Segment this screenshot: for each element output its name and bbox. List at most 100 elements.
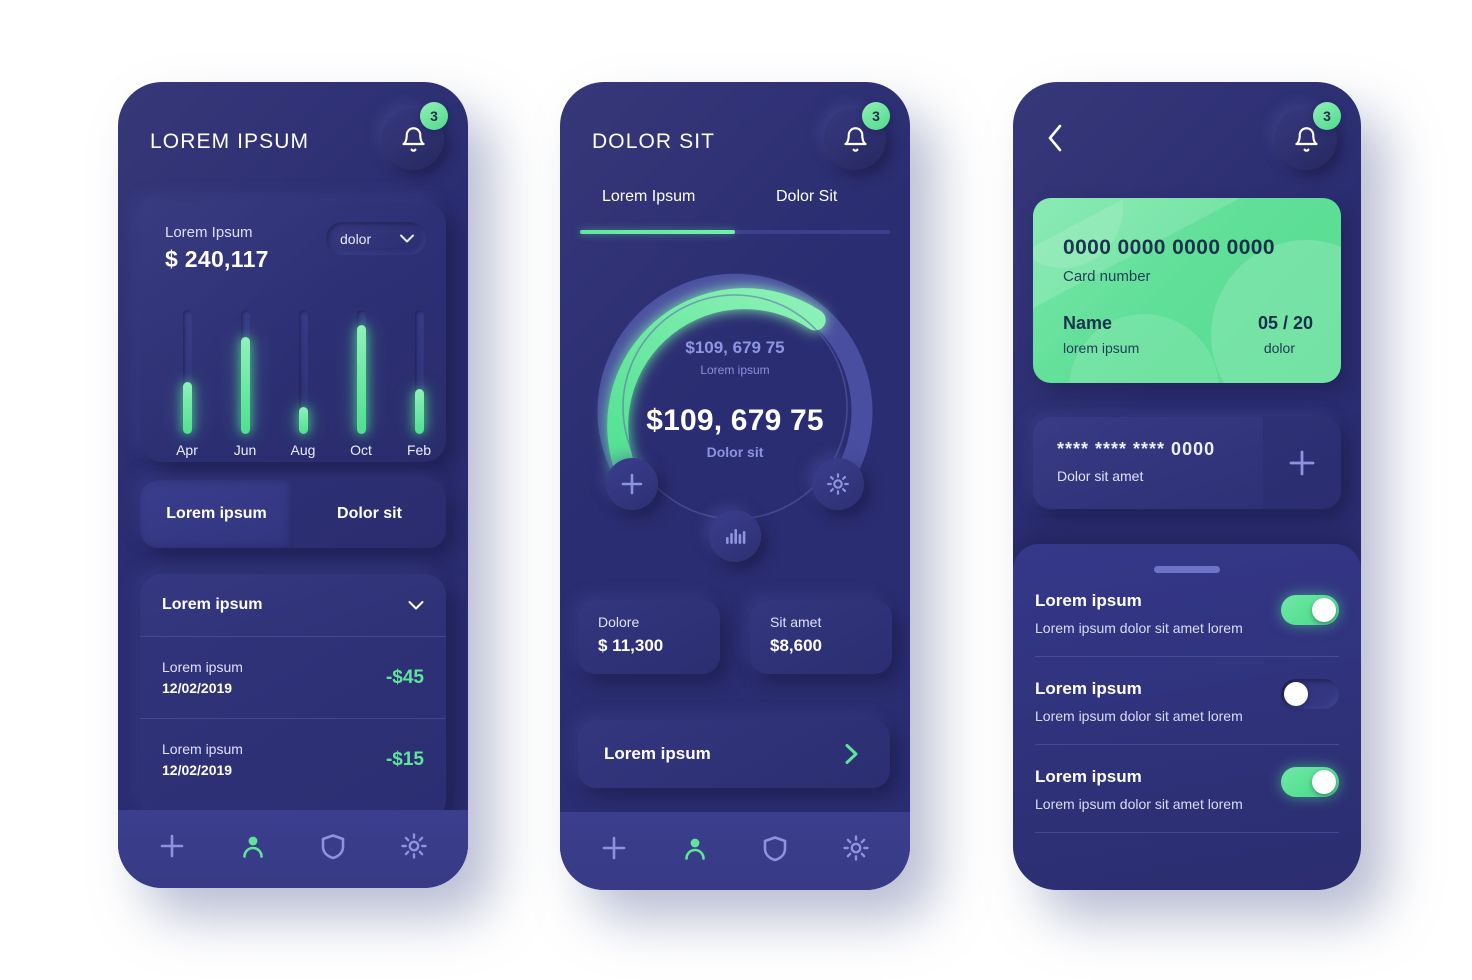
nav-person-button[interactable]: [673, 826, 717, 870]
bar-label: Oct: [350, 442, 372, 458]
bar-label: Aug: [290, 442, 316, 458]
bar-track: [298, 310, 308, 434]
segment-button-2[interactable]: Dolor sit: [293, 480, 446, 548]
stats-icon: [726, 529, 746, 544]
balance-value: $ 240,117: [165, 246, 269, 272]
bottom-nav-analytics[interactable]: [560, 812, 910, 890]
nav-person-button[interactable]: [231, 824, 275, 868]
card-number-label: Card number: [1063, 268, 1151, 285]
transaction-row[interactable]: Lorem ipsum 12/02/2019 -$15: [140, 718, 446, 800]
bottom-nav-dashboard[interactable]: [118, 810, 468, 888]
settings-rows: Lorem ipsum Lorem ipsum dolor sit amet lo…: [1035, 573, 1339, 833]
nav-shield-button[interactable]: [753, 826, 797, 870]
bar-fill: [356, 325, 366, 434]
tab-bar[interactable]: Lorem Ipsum Dolor Sit: [580, 188, 890, 234]
bell-icon: [843, 126, 867, 152]
tab-dolor-sit[interactable]: Dolor Sit: [776, 188, 837, 206]
transaction-date: 12/02/2019: [162, 762, 233, 778]
notification-button[interactable]: 3: [382, 102, 448, 170]
balance-label: Lorem Ipsum: [165, 224, 253, 241]
segment-button-1[interactable]: Lorem ipsum: [140, 480, 293, 548]
transaction-text: Lorem ipsum 12/02/2019: [162, 659, 243, 696]
currency-dropdown[interactable]: dolor: [326, 222, 426, 255]
gauge-secondary-value: $109, 679 75: [685, 338, 785, 357]
header-cards: 3: [1013, 82, 1361, 194]
bar-column: Apr: [164, 310, 210, 458]
transactions-header[interactable]: Lorem ipsum: [140, 574, 446, 636]
transaction-row[interactable]: Lorem ipsum 12/02/2019 -$45: [140, 636, 446, 718]
balance-card: Lorem Ipsum $ 240,117 dolor Apr Jun Aug Oct…: [140, 202, 446, 462]
bar-track: [182, 310, 192, 434]
bell-icon: [401, 126, 425, 152]
phone-screen-cards: 3 0000 0000 0000 0000 Card number Name l…: [1013, 82, 1361, 890]
notification-button[interactable]: 3: [824, 102, 890, 170]
stat-card-sit-amet: Sit amet $8,600: [750, 600, 892, 674]
chevron-down-icon[interactable]: [408, 600, 424, 610]
settings-button[interactable]: [812, 458, 864, 510]
card-holder-name: Name: [1063, 313, 1113, 333]
currency-dropdown-value: dolor: [340, 230, 372, 247]
bar-track: [240, 310, 250, 434]
stats-button[interactable]: [709, 510, 761, 562]
gear-icon: [843, 835, 869, 861]
transaction-date: 12/02/2019: [162, 680, 233, 696]
person-icon: [242, 836, 263, 858]
nav-gear-button[interactable]: [834, 826, 878, 870]
add-card-button[interactable]: [1263, 417, 1341, 509]
notification-button[interactable]: 3: [1275, 102, 1341, 170]
bar-track: [414, 310, 424, 434]
gauge-main-value: $109, 679 75: [646, 404, 824, 437]
stat-value: $8,600: [770, 636, 822, 655]
gear-icon: [827, 473, 849, 495]
stat-card-dolore: Dolore $ 11,300: [578, 600, 720, 674]
card-decoration-blob: [1211, 240, 1341, 383]
transactions-card: Lorem ipsum Lorem ipsum 12/02/2019 -$45 Lor…: [140, 574, 446, 822]
saved-card-row[interactable]: **** **** **** 0000 Dolor sit amet: [1033, 417, 1341, 509]
person-icon: [684, 838, 705, 860]
header-dashboard: LOREM IPSUM 3: [118, 82, 468, 194]
cta-button[interactable]: Lorem ipsum: [578, 720, 890, 788]
chevron-right-icon: [845, 744, 858, 764]
notification-badge: 3: [1313, 102, 1341, 130]
bar-track: [356, 310, 366, 434]
credit-card[interactable]: 0000 0000 0000 0000 Card number Name lor…: [1033, 198, 1341, 383]
transaction-amount: -$15: [385, 748, 424, 770]
tab-rail: [580, 230, 890, 234]
page-title: DOLOR SIT: [592, 130, 716, 153]
setting-row: Lorem ipsum Lorem ipsum dolor sit amet lo…: [1035, 745, 1339, 833]
gear-icon: [401, 833, 427, 859]
shield-icon: [321, 834, 345, 860]
bar-label: Apr: [176, 442, 198, 458]
setting-toggle[interactable]: [1281, 679, 1339, 709]
card-holder-label: lorem ipsum: [1063, 340, 1140, 356]
nav-gear-button[interactable]: [392, 824, 436, 868]
nav-plus-button[interactable]: [150, 824, 194, 868]
stat-label: Sit amet: [770, 614, 822, 630]
nav-plus-button[interactable]: [592, 826, 636, 870]
chevron-down-icon: [400, 234, 414, 243]
tab-active-indicator: [580, 230, 735, 234]
nav-shield-button[interactable]: [311, 824, 355, 868]
segmented-control[interactable]: Lorem ipsum Dolor sit: [140, 480, 446, 548]
bell-icon: [1294, 126, 1318, 152]
plus-icon: [160, 834, 184, 858]
back-button[interactable]: [1045, 116, 1079, 160]
plus-icon: [602, 836, 626, 860]
saved-card-number: **** **** **** 0000: [1057, 439, 1216, 459]
phone-screen-analytics: DOLOR SIT 3 Lorem Ipsum Dolor Sit $109, …: [560, 82, 910, 890]
plus-icon: [1289, 450, 1315, 476]
add-button[interactable]: [606, 458, 658, 510]
toggle-knob: [1284, 682, 1308, 706]
transaction-text: Lorem ipsum 12/02/2019: [162, 741, 243, 778]
transaction-title: Lorem ipsum: [162, 659, 243, 675]
setting-row: Lorem ipsum Lorem ipsum dolor sit amet lo…: [1035, 573, 1339, 657]
shield-icon: [763, 836, 787, 862]
setting-row: Lorem ipsum Lorem ipsum dolor sit amet lo…: [1035, 657, 1339, 745]
saved-card-info[interactable]: **** **** **** 0000 Dolor sit amet: [1033, 417, 1263, 509]
toggle-knob: [1312, 598, 1336, 622]
sheet-grabber[interactable]: [1154, 566, 1220, 573]
setting-toggle[interactable]: [1281, 767, 1339, 797]
tab-lorem-ipsum[interactable]: Lorem Ipsum: [602, 188, 695, 206]
setting-toggle[interactable]: [1281, 595, 1339, 625]
notification-badge: 3: [420, 102, 448, 130]
